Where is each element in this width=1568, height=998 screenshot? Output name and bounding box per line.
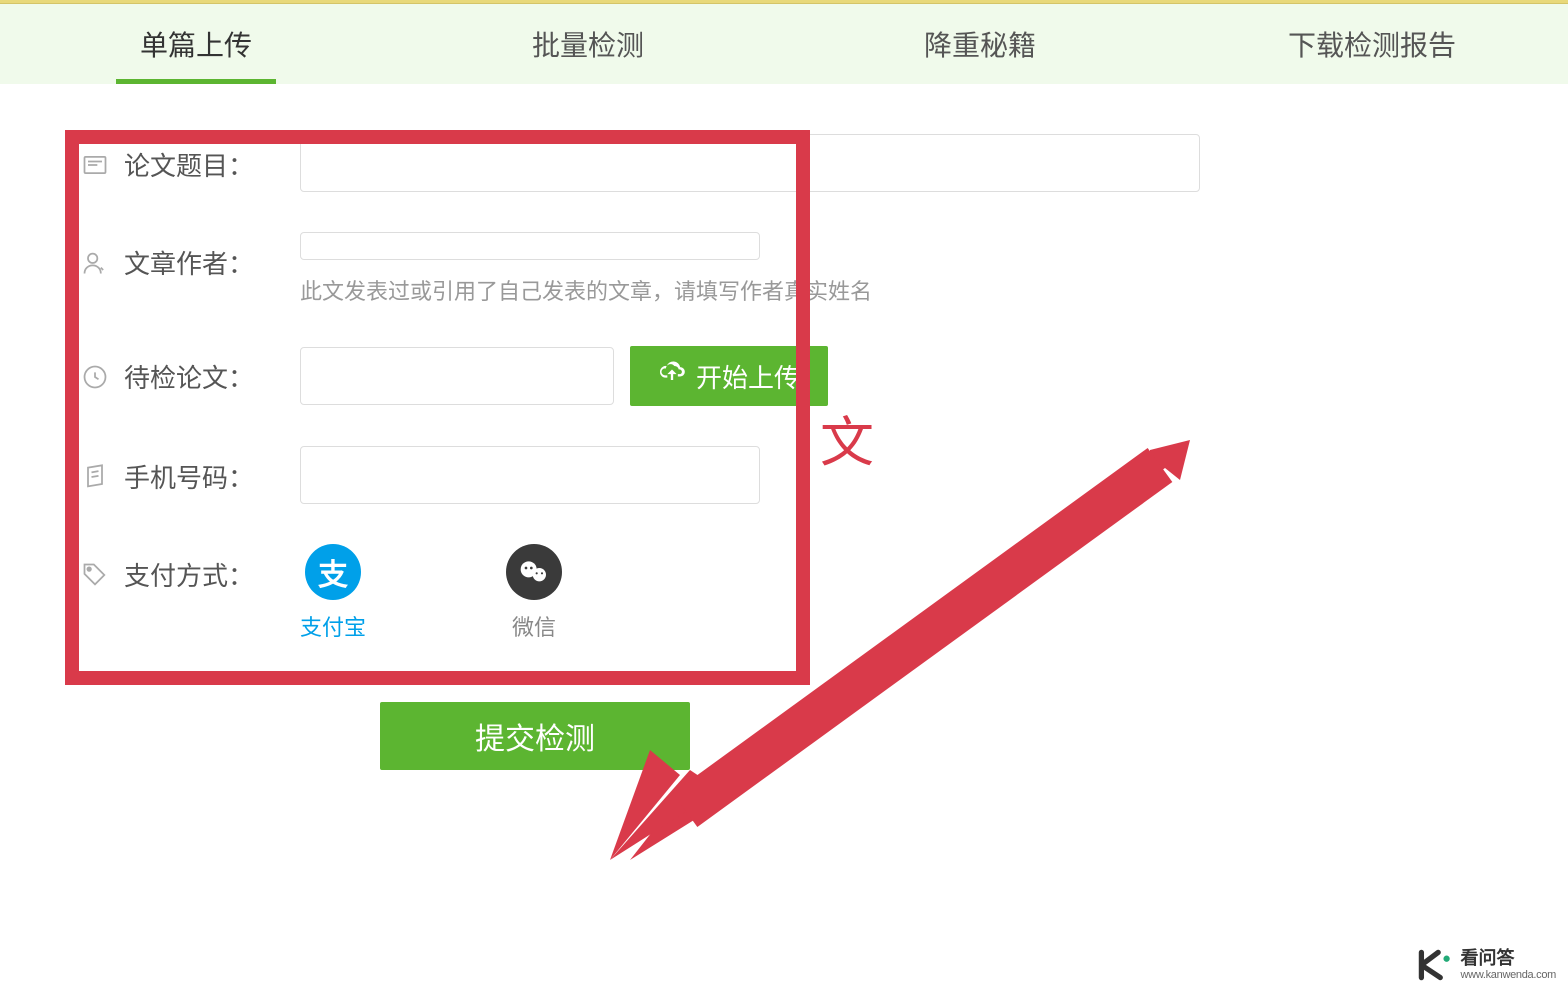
note-icon	[80, 462, 110, 492]
payment-label-wechat: 微信	[512, 610, 556, 642]
watermark-logo-icon	[1413, 944, 1455, 986]
payment-option-wechat[interactable]: 微信	[506, 544, 562, 642]
paper-input[interactable]	[300, 347, 614, 405]
author-hint: 此文发表过或引用了自己发表的文章，请填写作者真实姓名	[300, 274, 1488, 306]
row-author: 文章作者： 此文发表过或引用了自己发表的文章，请填写作者真实姓名	[80, 232, 1488, 306]
tab-label: 降重秘籍	[924, 24, 1036, 64]
label-phone: 手机号码：	[80, 458, 300, 495]
wechat-icon	[506, 544, 562, 600]
label-title: 论文题目：	[80, 146, 300, 183]
label-text: 待检论文：	[124, 358, 254, 395]
tab-reduce-tips[interactable]: 降重秘籍	[784, 4, 1176, 84]
row-phone: 手机号码：	[80, 446, 1488, 504]
row-title: 论文题目：	[80, 134, 1488, 192]
label-text: 手机号码：	[124, 458, 254, 495]
label-paper: 待检论文：	[80, 358, 300, 395]
person-icon	[80, 248, 110, 278]
label-author: 文章作者：	[80, 244, 300, 281]
alipay-icon: 支	[305, 544, 361, 600]
tab-single-upload[interactable]: 单篇上传	[0, 4, 392, 84]
phone-input[interactable]	[300, 446, 760, 504]
title-input[interactable]	[300, 134, 1200, 192]
tab-download-report[interactable]: 下载检测报告	[1176, 4, 1568, 84]
tab-label: 批量检测	[532, 24, 644, 64]
label-text: 支付方式：	[124, 556, 254, 593]
row-payment: 支付方式： 支 支付宝 微信	[80, 544, 1488, 642]
watermark-url: www.kanwenda.com	[1461, 969, 1556, 981]
watermark: 看问答 www.kanwenda.com	[1413, 944, 1556, 986]
upload-cloud-icon	[658, 359, 686, 394]
label-payment: 支付方式：	[80, 556, 300, 593]
row-paper: 待检论文： 开始上传	[80, 346, 1488, 406]
label-text: 论文题目：	[124, 146, 254, 183]
form-container: 论文题目： 文章作者： 此文发表过或引用了自己发表的文章，请填写作者真实姓名 待…	[0, 84, 1568, 820]
submit-button[interactable]: 提交检测	[380, 702, 690, 770]
tab-batch-check[interactable]: 批量检测	[392, 4, 784, 84]
payment-option-alipay[interactable]: 支 支付宝	[300, 544, 366, 642]
tag-icon	[80, 560, 110, 590]
payment-label-alipay: 支付宝	[300, 610, 366, 642]
submit-button-label: 提交检测	[475, 723, 595, 756]
upload-button-label: 开始上传	[696, 358, 800, 395]
tab-label: 单篇上传	[140, 24, 252, 64]
label-text: 文章作者：	[124, 244, 254, 281]
author-input[interactable]	[300, 232, 760, 260]
tabs-container: 单篇上传 批量检测 降重秘籍 下载检测报告	[0, 4, 1568, 84]
upload-button[interactable]: 开始上传	[630, 346, 828, 406]
watermark-brand: 看问答	[1461, 949, 1556, 969]
check-badge-icon	[80, 362, 110, 392]
tab-label: 下载检测报告	[1288, 24, 1456, 64]
document-icon	[80, 150, 110, 180]
